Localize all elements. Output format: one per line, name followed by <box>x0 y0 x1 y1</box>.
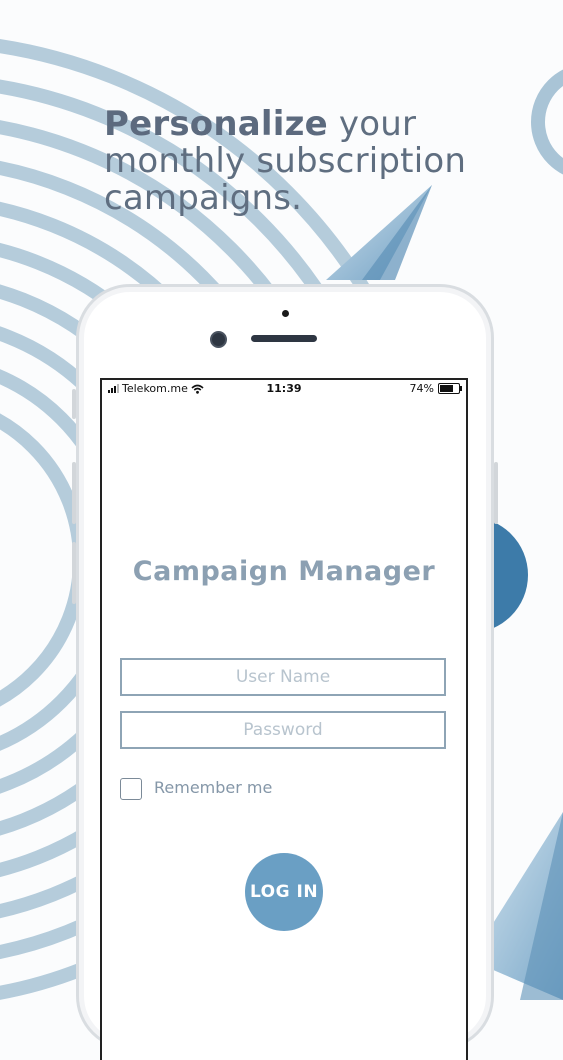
battery-icon <box>438 383 462 394</box>
app-title: Campaign Manager <box>132 556 436 587</box>
phone-mockup: Telekom.me 11:39 74% Campaign Manager Re… <box>72 284 498 1060</box>
proximity-sensor <box>282 310 289 317</box>
remember-me-checkbox[interactable] <box>120 778 142 800</box>
camera-icon <box>210 331 227 348</box>
phone-volume-up <box>72 462 76 524</box>
phone-mute-switch <box>72 389 76 419</box>
phone-volume-down <box>72 542 76 604</box>
status-bar: Telekom.me 11:39 74% <box>102 380 466 398</box>
username-input[interactable] <box>120 658 446 696</box>
login-button[interactable]: LOG IN <box>245 853 323 931</box>
remember-me-label[interactable]: Remember me <box>154 778 272 797</box>
phone-power-button <box>494 462 498 524</box>
phone-screen: Telekom.me 11:39 74% Campaign Manager Re… <box>100 378 468 1060</box>
headline-line1-rest: your <box>327 104 417 144</box>
headline-line2: monthly subscription <box>104 141 467 181</box>
promo-headline: Personalize your monthly subscription ca… <box>104 106 466 217</box>
password-input[interactable] <box>120 711 446 749</box>
headline-bold-word: Personalize <box>104 104 328 144</box>
headline-line3: campaigns. <box>104 178 303 218</box>
battery-percent: 74% <box>409 382 434 395</box>
speaker-icon <box>251 335 317 342</box>
battery-status: 74% <box>409 382 462 395</box>
